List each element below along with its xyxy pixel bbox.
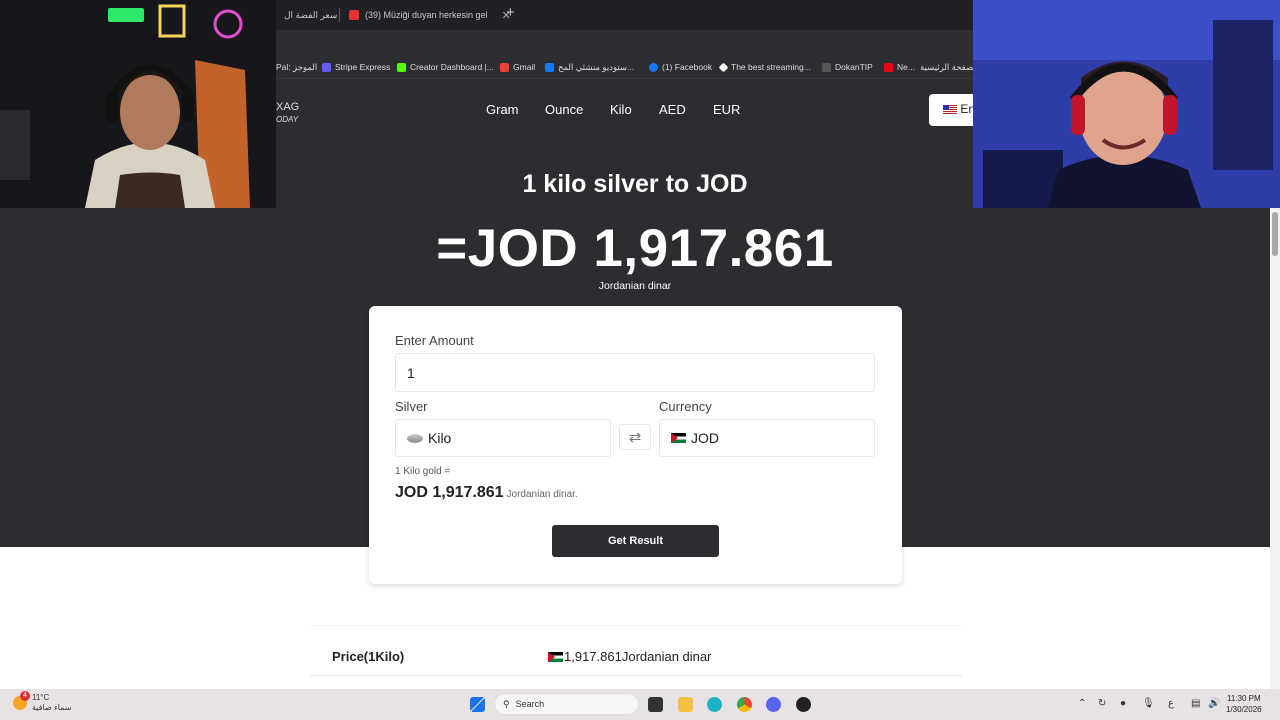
swap-button[interactable]: ⇄ — [619, 424, 651, 450]
nav-eur[interactable]: EUR — [713, 102, 740, 117]
rate-note: 1 Kilo gold = — [395, 466, 451, 477]
tab-title: (39) Müziği duyan herkesin gel — [365, 10, 488, 20]
volume-icon[interactable]: 🔊 — [1208, 698, 1220, 709]
microphone-icon[interactable]: 🎙 — [1142, 698, 1155, 709]
page-scrollbar[interactable] — [1270, 208, 1280, 689]
scrollbar-thumb[interactable] — [1272, 212, 1278, 256]
streaming-icon — [718, 62, 729, 72]
task-view-icon[interactable] — [648, 697, 663, 712]
jordan-flag-icon — [671, 433, 686, 443]
tab-title: سعر الفضة ال — [284, 9, 338, 20]
currency-select[interactable]: JOD — [659, 419, 875, 457]
stripe-icon — [322, 62, 331, 72]
conversion-value: =JOD 1,917.861 — [436, 219, 834, 278]
bookmark-item[interactable]: (1) Facebook — [649, 60, 712, 74]
bookmark-item[interactable]: DokanTIP — [822, 60, 873, 74]
nav-gram[interactable]: Gram — [486, 102, 519, 117]
discord-icon[interactable] — [766, 697, 781, 712]
bookmark-item[interactable]: Creator Dashboard |... — [397, 60, 494, 74]
chrome-icon[interactable] — [737, 697, 752, 712]
obs-icon[interactable] — [796, 697, 811, 712]
netflix-icon — [884, 62, 893, 72]
notification-badge: 4 — [20, 691, 30, 701]
table-row: Price(1Kilo) 1,917.861Jordanian dinar — [310, 648, 962, 676]
converter-card: Enter Amount 1 Silver Kilo ⇄ Currency JO… — [369, 306, 902, 584]
windows-start-icon[interactable] — [470, 697, 485, 712]
taskbar-search[interactable]: ⚲ Search — [494, 693, 639, 715]
weather-widget[interactable]: 11°C سماء صافية — [32, 693, 72, 713]
gmail-icon — [500, 62, 509, 72]
streamer-webcam-image — [0, 0, 276, 208]
facebook-icon — [649, 62, 658, 72]
price-table: Price(1Kilo) 1,917.861Jordanian dinar — [310, 625, 962, 689]
swap-icon: ⇄ — [628, 429, 642, 446]
tab-divider — [339, 8, 340, 22]
system-clock[interactable]: 11:30 PM 1/30/2026 — [1226, 693, 1262, 715]
meta-icon — [545, 62, 554, 72]
result-value: JOD 1,917.861 Jordanian dinar. — [395, 484, 578, 501]
price-key: Price(1Kilo) — [332, 649, 405, 664]
sync-icon[interactable]: ↻ — [1098, 698, 1106, 709]
search-icon: ⚲ — [503, 698, 510, 709]
amount-input[interactable]: 1 — [395, 353, 875, 392]
nav-kilo[interactable]: Kilo — [610, 102, 632, 117]
us-flag-icon — [943, 105, 957, 115]
webcam-overlay-left — [0, 0, 276, 208]
bookmark-item[interactable]: Stripe Express — [322, 60, 390, 74]
silver-coin-icon — [407, 433, 423, 443]
currency-name: Jordanian dinar — [598, 280, 672, 292]
bookmark-item[interactable]: The best streaming... — [718, 60, 811, 74]
new-tab-button[interactable]: + — [506, 4, 515, 21]
bookmark-item[interactable]: Ne... — [884, 60, 915, 74]
youtube-icon — [349, 10, 359, 20]
bookmark-item[interactable]: Gmail — [500, 60, 535, 74]
app-tray-icon[interactable]: ● — [1120, 698, 1126, 709]
guest-webcam-image — [973, 0, 1280, 208]
network-icon[interactable]: ▤ — [1191, 698, 1200, 709]
currency-label: Currency — [659, 399, 712, 414]
webcam-overlay-right — [973, 0, 1280, 208]
nav-aed[interactable]: AED — [659, 102, 686, 117]
get-result-button[interactable]: Get Result — [552, 525, 719, 557]
jordan-flag-icon — [548, 651, 563, 662]
tab-youtube[interactable]: (39) Müziği duyan herkesin gel ✕ — [349, 4, 511, 26]
silver-label: Silver — [395, 399, 428, 414]
price-value: 1,917.861Jordanian dinar — [548, 649, 711, 664]
bookmark-item[interactable]: Pal: الموجز — [276, 60, 317, 74]
site-logo[interactable]: XAG ODAY — [276, 101, 299, 126]
input-language[interactable]: ع — [1168, 698, 1174, 709]
amount-label: Enter Amount — [395, 333, 474, 348]
bookmark-item[interactable]: ستوديو منشئي المح... — [545, 60, 634, 74]
windows-taskbar: 4 11°C سماء صافية ⚲ Search ⌃ ↻ ● 🎙 ع ▤ 🔊… — [0, 689, 1280, 720]
chevron-up-icon[interactable]: ⌃ — [1078, 698, 1086, 709]
edge-icon[interactable] — [707, 697, 722, 712]
kick-icon — [397, 62, 406, 72]
dokantip-icon — [822, 62, 831, 72]
silver-unit-select[interactable]: Kilo — [395, 419, 611, 457]
file-explorer-icon[interactable] — [678, 697, 693, 712]
nav-ounce[interactable]: Ounce — [545, 102, 583, 117]
